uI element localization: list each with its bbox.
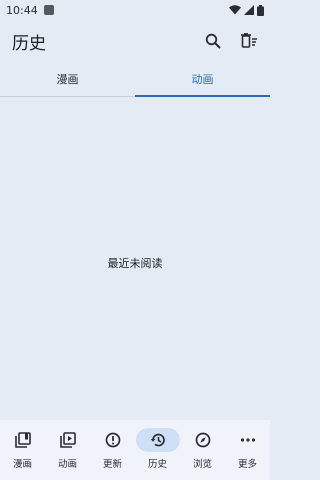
notification-icon: [43, 5, 54, 15]
nav-label-history: 历史: [147, 459, 167, 470]
app-bar: 历史: [0, 20, 270, 62]
tab-manga-label: 漫画: [56, 73, 79, 86]
nav-icon-container: [46, 428, 90, 452]
clear-history-button[interactable]: [238, 30, 260, 52]
tab-bar: 漫画 动画: [0, 62, 270, 97]
more-icon: [240, 438, 255, 442]
nav-label-updates: 更新: [102, 459, 122, 470]
app-actions: [202, 30, 260, 52]
nav-icon-container: [1, 428, 45, 452]
nav-icon-container: [226, 428, 270, 452]
nav-item-browse[interactable]: 浏览: [180, 428, 225, 480]
history-icon: [150, 433, 165, 447]
nav-icon-container: [135, 428, 180, 452]
nav-label-browse: 浏览: [192, 459, 212, 470]
search-icon: [205, 33, 221, 49]
nav-label-manga: 漫画: [12, 459, 32, 470]
status-right: [229, 4, 264, 16]
nav-label-more: 更多: [237, 459, 257, 470]
signal-icon: [244, 5, 254, 15]
nav-icon-container: [91, 428, 135, 452]
battery-icon: [257, 4, 264, 16]
status-left: 10:44: [6, 4, 54, 17]
nav-item-history[interactable]: 历史: [135, 428, 180, 480]
empty-state-message: 最近未阅读: [107, 257, 163, 270]
wifi-icon: [229, 5, 241, 15]
nav-icon-container: [181, 428, 225, 452]
nav-item-updates[interactable]: 更新: [90, 428, 135, 480]
nav-item-manga[interactable]: 漫画: [0, 428, 45, 480]
video-library-icon: [59, 432, 76, 448]
updates-icon: [105, 432, 120, 448]
tab-anime[interactable]: 动画: [135, 62, 270, 97]
compass-icon: [195, 432, 210, 448]
nav-label-anime: 动画: [57, 459, 77, 470]
status-time: 10:44: [6, 3, 38, 17]
page-title: 历史: [12, 33, 46, 54]
nav-item-anime[interactable]: 动画: [45, 428, 90, 480]
status-bar: 10:44: [0, 0, 270, 20]
delete-sweep-icon: [240, 33, 257, 48]
library-icon: [14, 432, 31, 448]
search-button[interactable]: [202, 30, 224, 52]
tab-manga[interactable]: 漫画: [0, 62, 135, 96]
bottom-nav: 漫画 动画 更新 历史 浏览 更多: [0, 420, 270, 480]
tab-anime-label: 动画: [191, 73, 214, 86]
nav-item-more[interactable]: 更多: [225, 428, 270, 480]
